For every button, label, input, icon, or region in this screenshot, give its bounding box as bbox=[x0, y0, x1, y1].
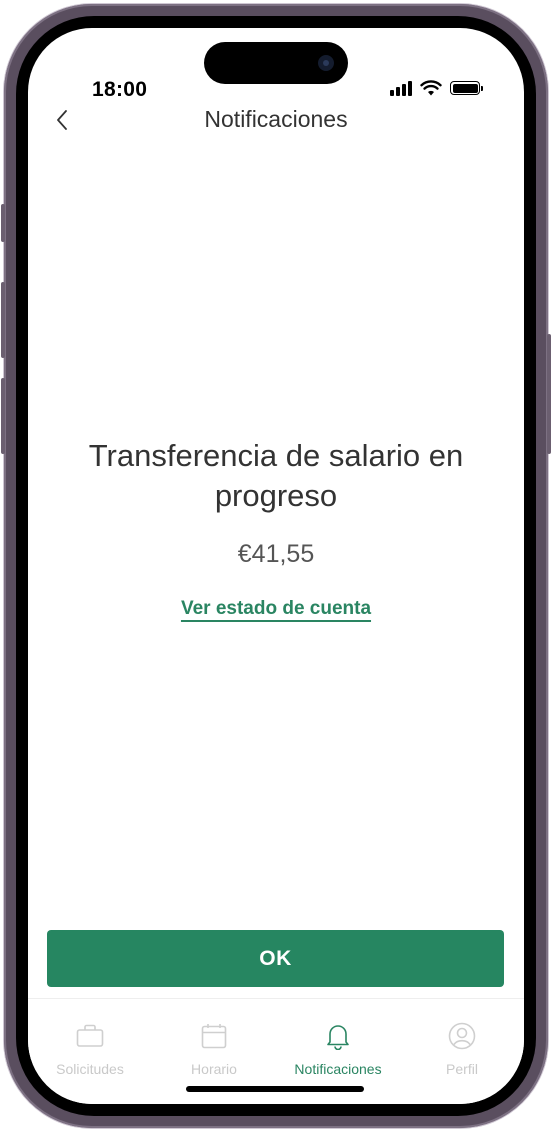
ok-button[interactable]: OK bbox=[47, 930, 504, 987]
battery-icon bbox=[450, 81, 483, 95]
briefcase-icon bbox=[76, 1024, 104, 1047]
notification-amount: €41,55 bbox=[237, 540, 315, 568]
calendar-icon bbox=[201, 1024, 227, 1049]
volume-down-button bbox=[1, 378, 5, 454]
tab-label: Horario bbox=[191, 1061, 237, 1077]
tab-label: Perfil bbox=[446, 1061, 478, 1077]
tab-label: Notificaciones bbox=[294, 1061, 382, 1077]
cellular-signal-icon bbox=[390, 80, 412, 96]
profile-icon bbox=[448, 1022, 476, 1050]
dynamic-island bbox=[204, 42, 348, 84]
bell-icon bbox=[327, 1025, 349, 1050]
view-statement-link[interactable]: Ver estado de cuenta bbox=[181, 598, 371, 619]
action-button bbox=[1, 204, 5, 242]
status-time: 18:00 bbox=[92, 78, 148, 101]
tab-solicitudes[interactable]: Solicitudes bbox=[28, 999, 152, 1104]
status-icons bbox=[390, 80, 483, 96]
tab-perfil[interactable]: Perfil bbox=[400, 999, 524, 1104]
page-title: Notificaciones bbox=[204, 106, 348, 132]
home-indicator[interactable] bbox=[186, 1086, 364, 1092]
wifi-icon bbox=[420, 80, 442, 96]
tab-label: Solicitudes bbox=[56, 1061, 124, 1077]
statement-link-row: Ver estado de cuenta bbox=[28, 598, 524, 620]
screen: 18:00 Notificaciones Transferencia de sa… bbox=[28, 28, 524, 1104]
power-button bbox=[547, 334, 551, 454]
volume-up-button bbox=[1, 282, 5, 358]
camera-icon bbox=[318, 55, 334, 71]
notification-title: Transferencia de salario en progreso bbox=[88, 438, 464, 513]
